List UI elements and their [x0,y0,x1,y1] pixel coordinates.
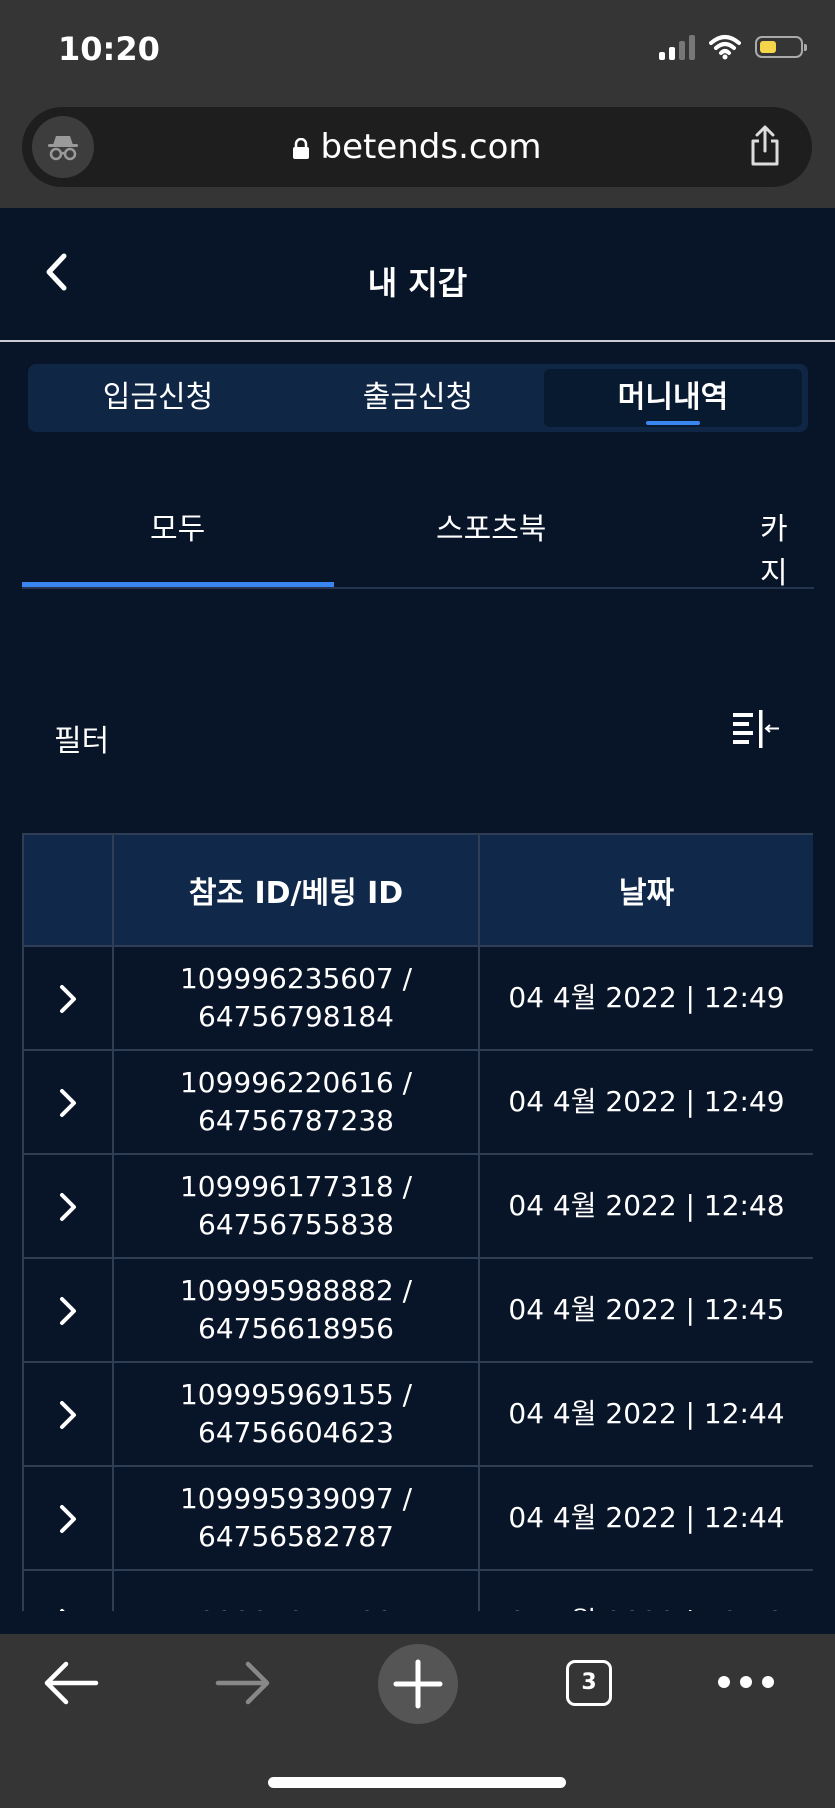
money-history-table: 참조 ID/베팅 ID 날짜 109996235607 / 64756798184… [22,833,813,1611]
date-cell: 04 4월 2022 | 12:44 [478,1465,813,1571]
tab-active-indicator [22,582,334,587]
tab-all[interactable]: 모두 [150,504,205,548]
ref-id: 109996220616 / [179,1066,413,1099]
forward-icon[interactable] [214,1660,272,1706]
expand-cell[interactable] [22,1049,114,1155]
bet-id: 64756798184 [198,1000,394,1033]
column-header-ref-id: 참조 ID/베팅 ID [112,833,480,947]
new-tab-button[interactable] [378,1644,458,1724]
ref-id-cell: 109996220616 / 64756787238 [112,1049,480,1155]
table-row[interactable]: 109995939097 / 64756582787 04 4월 2022 | 12… [22,1465,813,1571]
segment-deposit[interactable]: 입금신청 [28,364,288,432]
filter-icon[interactable] [733,710,779,750]
bet-id: 64756618956 [198,1312,394,1345]
ref-id-cell: 109995939097 / 64756582787 [112,1465,480,1571]
expand-cell[interactable] [22,945,114,1051]
bet-id: 64756582787 [198,1520,394,1553]
ref-id-cell: 109995874489 / [112,1569,480,1611]
segment-withdraw[interactable]: 출금신청 [288,364,548,432]
signal-icon [659,34,695,60]
ref-id-cell: 109996177318 / 64756755838 [112,1153,480,1259]
url-text[interactable]: betends.com [22,127,812,167]
tab-casino[interactable]: 카지 [760,504,814,587]
tabs-button[interactable]: 3 [566,1660,612,1706]
table-row[interactable]: 109995988882 / 64756618956 04 4월 2022 | 12… [22,1257,813,1363]
date-cell: 04 4월 2022 | 12:49 [478,945,813,1051]
expand-cell[interactable] [22,1257,114,1363]
home-indicator [268,1777,566,1788]
table-header-row: 참조 ID/베팅 ID 날짜 [22,833,813,947]
ref-id: 109995969155 / [179,1378,413,1411]
address-bar[interactable]: betends.com [22,107,812,187]
expand-cell[interactable] [22,1569,114,1611]
ref-id-cell: 109995969155 / 64756604623 [112,1361,480,1467]
share-icon[interactable] [748,125,782,167]
lock-icon [293,137,310,159]
chevron-right-icon[interactable] [59,1296,77,1326]
date-cell: 04 4월 2022 | 12:43 [478,1569,813,1611]
url-label: betends.com [320,127,542,167]
app-header: 내 지갑 [0,208,835,342]
bet-id: 64756755838 [198,1208,394,1241]
table-row[interactable]: 109996177318 / 64756755838 04 4월 2022 | 12… [22,1153,813,1259]
chevron-right-icon[interactable] [59,1192,77,1222]
column-header-expand [22,833,114,947]
page-title: 내 지갑 [367,264,468,302]
chevron-right-icon[interactable] [59,1608,77,1611]
ref-id: 109995988882 / [179,1274,413,1307]
segment-active-indicator [646,421,700,425]
tab-sportsbook[interactable]: 스포츠북 [436,504,546,548]
back-icon[interactable] [42,1660,100,1706]
expand-cell[interactable] [22,1361,114,1467]
chevron-right-icon[interactable] [59,1400,77,1430]
status-icons [659,34,807,60]
table-row[interactable]: 109995969155 / 64756604623 04 4월 2022 | 12… [22,1361,813,1467]
ref-id: 109996177318 / [179,1170,413,1203]
segment-label: 입금신청 [102,380,214,415]
battery-icon [755,36,807,58]
ref-id-cell: 109996235607 / 64756798184 [112,945,480,1051]
chevron-right-icon[interactable] [59,1504,77,1534]
category-tabs: 모두 스포츠북 카지 [22,470,814,589]
table-row[interactable]: 109996235607 / 64756798184 04 4월 2022 | 12… [22,945,813,1051]
wallet-segment-control: 입금신청 출금신청 머니내역 [28,364,808,432]
expand-cell[interactable] [22,1465,114,1571]
table-row[interactable]: 109995874489 /04 4월 2022 | 12:43 [22,1569,813,1611]
date-cell: 04 4월 2022 | 12:45 [478,1257,813,1363]
chevron-right-icon[interactable] [59,1088,77,1118]
date-cell: 04 4월 2022 | 12:48 [478,1153,813,1259]
wifi-icon [709,35,741,60]
browser-toolbar: 3 [0,1634,835,1808]
ref-id: 109995939097 / [179,1482,413,1515]
filter-label: 필터 [54,724,110,759]
date-cell: 04 4월 2022 | 12:44 [478,1361,813,1467]
ref-id: 109995874489 / [115,1603,477,1611]
bet-id: 64756787238 [198,1104,394,1137]
bet-id: 64756604623 [198,1416,394,1449]
date-cell: 04 4월 2022 | 12:49 [478,1049,813,1155]
status-time: 10:20 [58,30,160,68]
chevron-right-icon[interactable] [59,984,77,1014]
ref-id: 109996235607 / [179,962,413,995]
segment-label: 머니내역 [617,380,729,415]
expand-cell[interactable] [22,1153,114,1259]
column-header-date: 날짜 [478,833,813,947]
segment-money-history[interactable]: 머니내역 [544,369,802,427]
browser-chrome: 10:20 betends.com [0,0,835,208]
table-row[interactable]: 109996220616 / 64756787238 04 4월 2022 | 12… [22,1049,813,1155]
segment-label: 출금신청 [362,380,474,415]
more-menu-icon[interactable] [718,1676,774,1688]
plus-icon [393,1659,443,1709]
ref-id-cell: 109995988882 / 64756618956 [112,1257,480,1363]
